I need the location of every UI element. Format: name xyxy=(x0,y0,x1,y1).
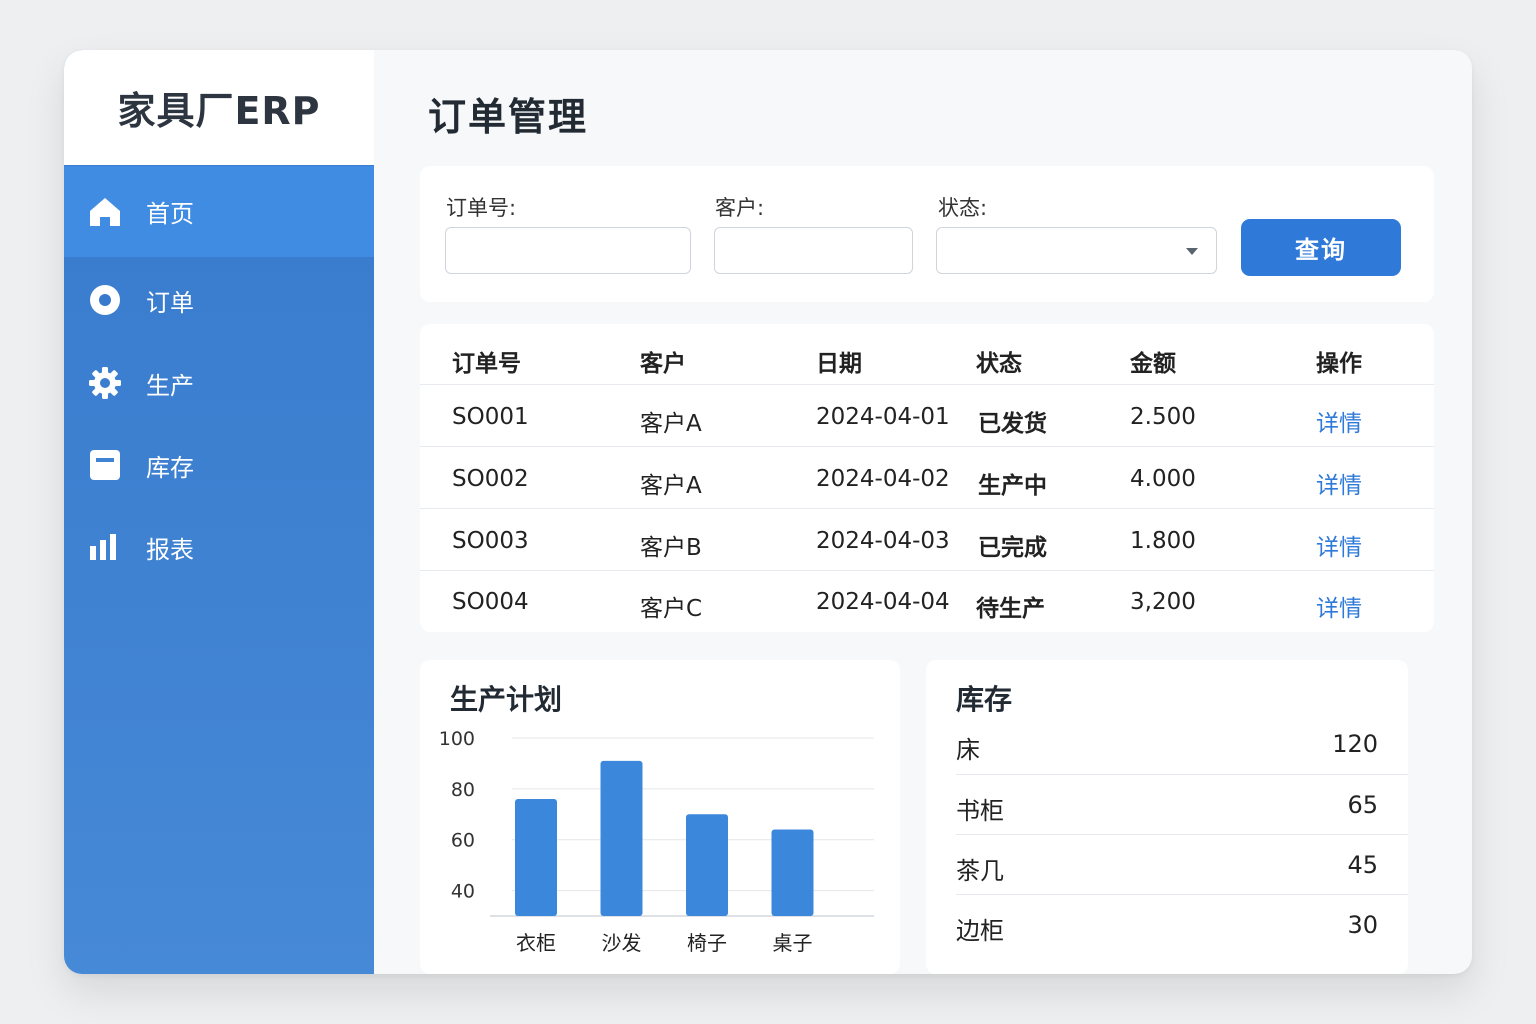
y-tick-label: 80 xyxy=(451,779,475,801)
x-tick-label: 椅子 xyxy=(687,931,727,955)
divider xyxy=(420,508,1434,509)
status-select[interactable] xyxy=(936,227,1217,274)
sidebar-item-production[interactable]: 生产 xyxy=(64,343,374,423)
cell-date: 2024-04-04 xyxy=(816,589,950,615)
bar xyxy=(600,760,643,916)
box-icon xyxy=(88,448,122,482)
main-content: 订单管理 订单号: 客户: 状态: 查询 订单号 客户 日期 状态 金额 操作 … xyxy=(374,50,1472,974)
sidebar: 家具厂ERP 首页 订单 生产 库存 报表 xyxy=(64,50,374,974)
column-header: 金额 xyxy=(1130,351,1176,377)
column-header: 客户 xyxy=(640,351,686,377)
x-tick-label: 桌子 xyxy=(773,931,813,955)
bar-chart-icon xyxy=(88,530,122,564)
sidebar-item-orders[interactable]: 订单 xyxy=(64,257,374,343)
cell-customer: 客户B xyxy=(640,535,702,561)
sidebar-item-label: 生产 xyxy=(146,371,194,400)
cell-date: 2024-04-03 xyxy=(816,528,950,554)
cell-customer: 客户C xyxy=(640,596,703,622)
cell-status: 待生产 xyxy=(976,596,1045,622)
bar xyxy=(686,814,728,916)
sidebar-item-label: 报表 xyxy=(146,535,194,564)
status-label: 状态: xyxy=(938,196,988,220)
gear-icon xyxy=(88,366,122,400)
filter-panel: 订单号: 客户: 状态: 查询 xyxy=(420,166,1434,302)
x-tick-label: 衣柜 xyxy=(516,931,556,955)
production-plan-card: 生产计划 40 60 80 100 衣柜 沙发 椅子 桌子 xyxy=(420,660,900,974)
cell-amount: 1.800 xyxy=(1130,528,1196,554)
detail-link[interactable]: 详情 xyxy=(1316,589,1362,623)
cell-date: 2024-04-02 xyxy=(816,466,950,492)
sidebar-item-inventory[interactable]: 库存 xyxy=(64,423,374,507)
inventory-item-qty: 120 xyxy=(1332,730,1378,758)
divider xyxy=(420,570,1434,571)
divider xyxy=(956,894,1408,895)
cell-order-no: SO004 xyxy=(452,589,529,615)
sidebar-item-home[interactable]: 首页 xyxy=(64,166,374,257)
inventory-item-qty: 30 xyxy=(1347,911,1378,939)
divider xyxy=(420,384,1434,385)
cell-status: 已完成 xyxy=(978,535,1047,561)
app-window: 家具厂ERP 首页 订单 生产 库存 报表 订单管理 订单号: 客户: 状态: … xyxy=(64,50,1472,974)
cell-order-no: SO001 xyxy=(452,404,529,430)
customer-label: 客户: xyxy=(715,196,765,220)
inventory-item-name: 床 xyxy=(956,736,980,764)
column-header: 状态 xyxy=(976,351,1022,377)
sidebar-item-label: 订单 xyxy=(146,288,194,317)
page-title: 订单管理 xyxy=(428,95,589,139)
inventory-card: 库存 床 120 书柜 65 茶几 45 边柜 30 xyxy=(926,660,1408,974)
cell-customer: 客户A xyxy=(640,411,702,437)
column-header: 操作 xyxy=(1316,351,1362,377)
inventory-item-name: 茶几 xyxy=(956,857,1004,885)
detail-link[interactable]: 详情 xyxy=(1316,404,1362,438)
home-icon xyxy=(88,195,122,229)
cell-amount: 4.000 xyxy=(1130,466,1196,492)
inventory-item-qty: 45 xyxy=(1347,851,1378,879)
sidebar-item-label: 库存 xyxy=(146,453,194,482)
cell-date: 2024-04-01 xyxy=(816,404,950,430)
cell-order-no: SO002 xyxy=(452,466,529,492)
circle-dot-icon xyxy=(88,283,122,317)
customer-input[interactable] xyxy=(714,227,913,274)
inventory-item-qty: 65 xyxy=(1347,791,1378,819)
y-tick-label: 100 xyxy=(439,728,475,750)
production-bar-chart: 40 60 80 100 衣柜 沙发 椅子 桌子 xyxy=(439,728,874,955)
order-no-label: 订单号: xyxy=(446,196,517,220)
inventory-item-name: 边柜 xyxy=(956,917,1004,945)
bar xyxy=(771,829,814,916)
detail-link[interactable]: 详情 xyxy=(1316,528,1362,562)
divider xyxy=(420,446,1434,447)
cell-customer: 客户A xyxy=(640,473,702,499)
order-no-input[interactable] xyxy=(445,227,691,274)
divider xyxy=(956,834,1408,835)
cell-order-no: SO003 xyxy=(452,528,529,554)
divider xyxy=(956,774,1408,775)
sidebar-item-label: 首页 xyxy=(146,200,194,228)
y-tick-label: 60 xyxy=(451,830,475,852)
y-tick-label: 40 xyxy=(451,881,475,903)
cell-amount: 3,200 xyxy=(1130,589,1196,615)
cell-status: 生产中 xyxy=(978,473,1047,499)
cell-amount: 2.500 xyxy=(1130,404,1196,430)
detail-link[interactable]: 详情 xyxy=(1316,466,1362,500)
column-header: 日期 xyxy=(816,351,862,377)
brand-logo: 家具厂ERP xyxy=(64,50,374,165)
orders-table: 订单号 客户 日期 状态 金额 操作 SO001 客户A 2024-04-01 … xyxy=(420,324,1434,632)
cell-status: 已发货 xyxy=(978,411,1047,437)
x-tick-label: 沙发 xyxy=(602,931,642,955)
bar xyxy=(515,799,557,916)
query-button[interactable]: 查询 xyxy=(1241,219,1401,276)
sidebar-item-reports[interactable]: 报表 xyxy=(64,507,374,587)
column-header: 订单号 xyxy=(452,351,521,377)
inventory-item-name: 书柜 xyxy=(956,797,1004,825)
inventory-title: 库存 xyxy=(956,683,1013,716)
caret-down-icon xyxy=(1186,248,1198,255)
